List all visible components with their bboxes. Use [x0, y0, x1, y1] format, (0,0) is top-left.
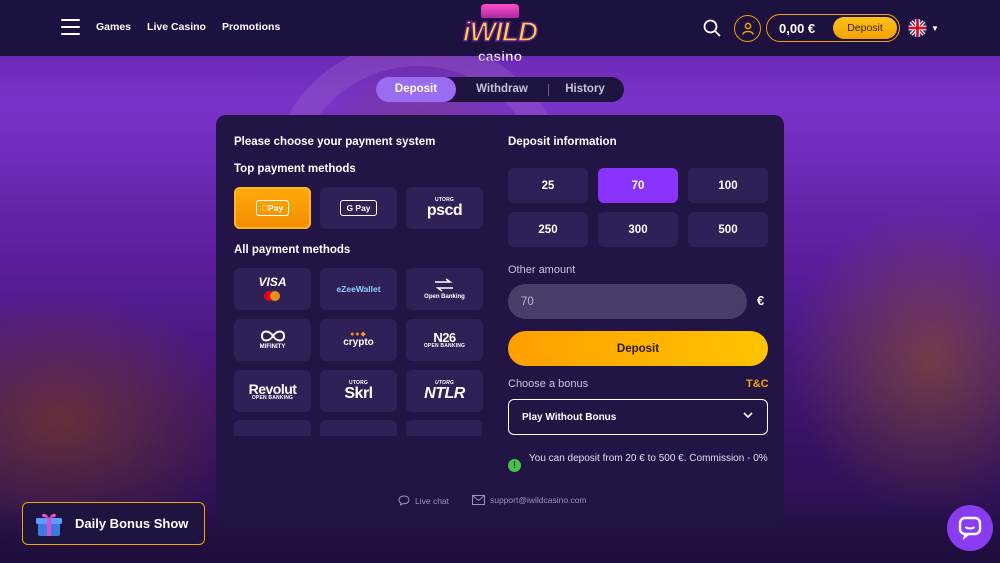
method-ntlr[interactable]: UTORG NTLR	[406, 370, 483, 412]
balance-pill: 0,00 € Deposit	[766, 14, 900, 42]
method-pscd[interactable]: UTORG pscd	[406, 187, 483, 229]
amount-option-selected[interactable]: 70	[598, 168, 678, 203]
support-chat-button[interactable]	[947, 505, 993, 551]
deposit-info-title: Deposit information	[508, 136, 617, 148]
search-icon[interactable]	[703, 19, 721, 37]
language-caret-icon[interactable]: ▼	[931, 24, 939, 33]
tab-history[interactable]: History	[549, 77, 621, 102]
method-label: NTLR	[424, 384, 465, 402]
method-apple-pay[interactable]: Pay	[234, 187, 311, 229]
terms-link[interactable]: T&C	[746, 378, 769, 390]
visa-icon: VISA	[258, 275, 287, 290]
method-open-banking[interactable]: Open Banking	[406, 268, 483, 310]
amount-option[interactable]: 250	[508, 212, 588, 247]
other-amount-label: Other amount	[508, 264, 576, 276]
method-brand-small: OPEN BANKING	[423, 343, 466, 349]
support-email: support@iwildcasino.com	[490, 495, 587, 505]
other-amount-input[interactable]	[508, 284, 747, 319]
bank-transfer-icon	[435, 278, 454, 292]
deposit-button[interactable]: Deposit	[508, 331, 768, 366]
bonus-label: Choose a bonus	[508, 378, 589, 390]
live-chat-link[interactable]: Live chat	[398, 495, 449, 506]
methods-overflow	[234, 420, 482, 436]
method-crypto[interactable]: ●●◆ crypto	[320, 319, 397, 361]
method-label: crypto	[343, 337, 374, 349]
main-nav: Games Live Casino Promotions	[96, 21, 280, 33]
amount-option[interactable]: 500	[688, 212, 768, 247]
daily-bonus-label: Daily Bonus Show	[75, 516, 189, 531]
uk-flag-icon[interactable]	[908, 19, 927, 37]
nav-live-casino[interactable]: Live Casino	[147, 21, 206, 33]
cashier-tabs: Deposit Withdraw History	[376, 77, 624, 102]
method-revolut[interactable]: Revolut OPEN BANKING	[234, 370, 311, 412]
menu-icon[interactable]	[61, 19, 80, 35]
method-brand-small: OPEN BANKING	[251, 394, 294, 401]
method-label: eZeeWallet	[336, 283, 381, 294]
method-skrl[interactable]: UTORG Skrl	[320, 370, 397, 412]
info-icon: !	[508, 459, 521, 472]
tab-withdraw[interactable]: Withdraw	[456, 77, 548, 102]
apple-pay-icon: Pay	[255, 200, 290, 216]
currency-symbol: €	[757, 293, 765, 308]
method-label: pscd	[426, 201, 463, 219]
method-mifinity[interactable]: MIFINITY	[234, 319, 311, 361]
nav-games[interactable]: Games	[96, 21, 131, 33]
live-chat-label: Live chat	[415, 495, 450, 506]
bonus-select-value: Play Without Bonus	[522, 411, 617, 423]
google-pay-icon: G Pay	[340, 200, 377, 216]
gift-icon	[36, 513, 62, 536]
chevron-down-icon	[743, 412, 753, 419]
all-methods-title: All payment methods	[234, 244, 351, 256]
user-icon	[741, 22, 754, 35]
payment-system-title: Please choose your payment system	[234, 136, 436, 148]
method-label: MIFINITY	[259, 344, 286, 351]
method-google-pay[interactable]: G Pay	[320, 187, 397, 229]
profile-button[interactable]	[734, 15, 761, 42]
tab-deposit[interactable]: Deposit	[376, 77, 456, 102]
chat-bubble-icon	[398, 495, 410, 506]
mastercard-icon	[264, 290, 281, 301]
top-header: Games Live Casino Promotions iWILD casin…	[0, 0, 1000, 64]
envelope-icon	[472, 495, 485, 505]
cashier-panel: Please choose your payment system Top pa…	[216, 115, 784, 528]
logo-sub: casino	[477, 48, 523, 65]
site-logo[interactable]: iWILD casino	[445, 2, 555, 66]
method-label: Open Banking	[424, 293, 465, 300]
balance-amount: 0,00 €	[779, 20, 816, 36]
method-label: Skrl	[344, 384, 373, 402]
top-methods-title: Top payment methods	[234, 163, 356, 175]
deposit-limits-text: You can deposit from 20 € to 500 €. Comm…	[529, 453, 768, 464]
logo-word: iWILD	[462, 15, 539, 48]
bonus-select[interactable]: Play Without Bonus	[508, 399, 768, 435]
amount-option[interactable]: 100	[688, 168, 768, 203]
support-email-link[interactable]: support@iwildcasino.com	[472, 495, 587, 505]
amount-option[interactable]: 300	[598, 212, 678, 247]
daily-bonus-button[interactable]: Daily Bonus Show	[22, 502, 205, 545]
method-ezeewallet[interactable]: eZeeWallet	[320, 268, 397, 310]
header-deposit-button[interactable]: Deposit	[833, 17, 897, 39]
method-visa-mastercard[interactable]: VISA	[234, 268, 311, 310]
amount-option[interactable]: 25	[508, 168, 588, 203]
infinity-icon	[260, 330, 285, 342]
chat-icon	[958, 516, 982, 540]
method-n26[interactable]: N26 OPEN BANKING	[406, 319, 483, 361]
nav-promotions[interactable]: Promotions	[222, 21, 280, 33]
